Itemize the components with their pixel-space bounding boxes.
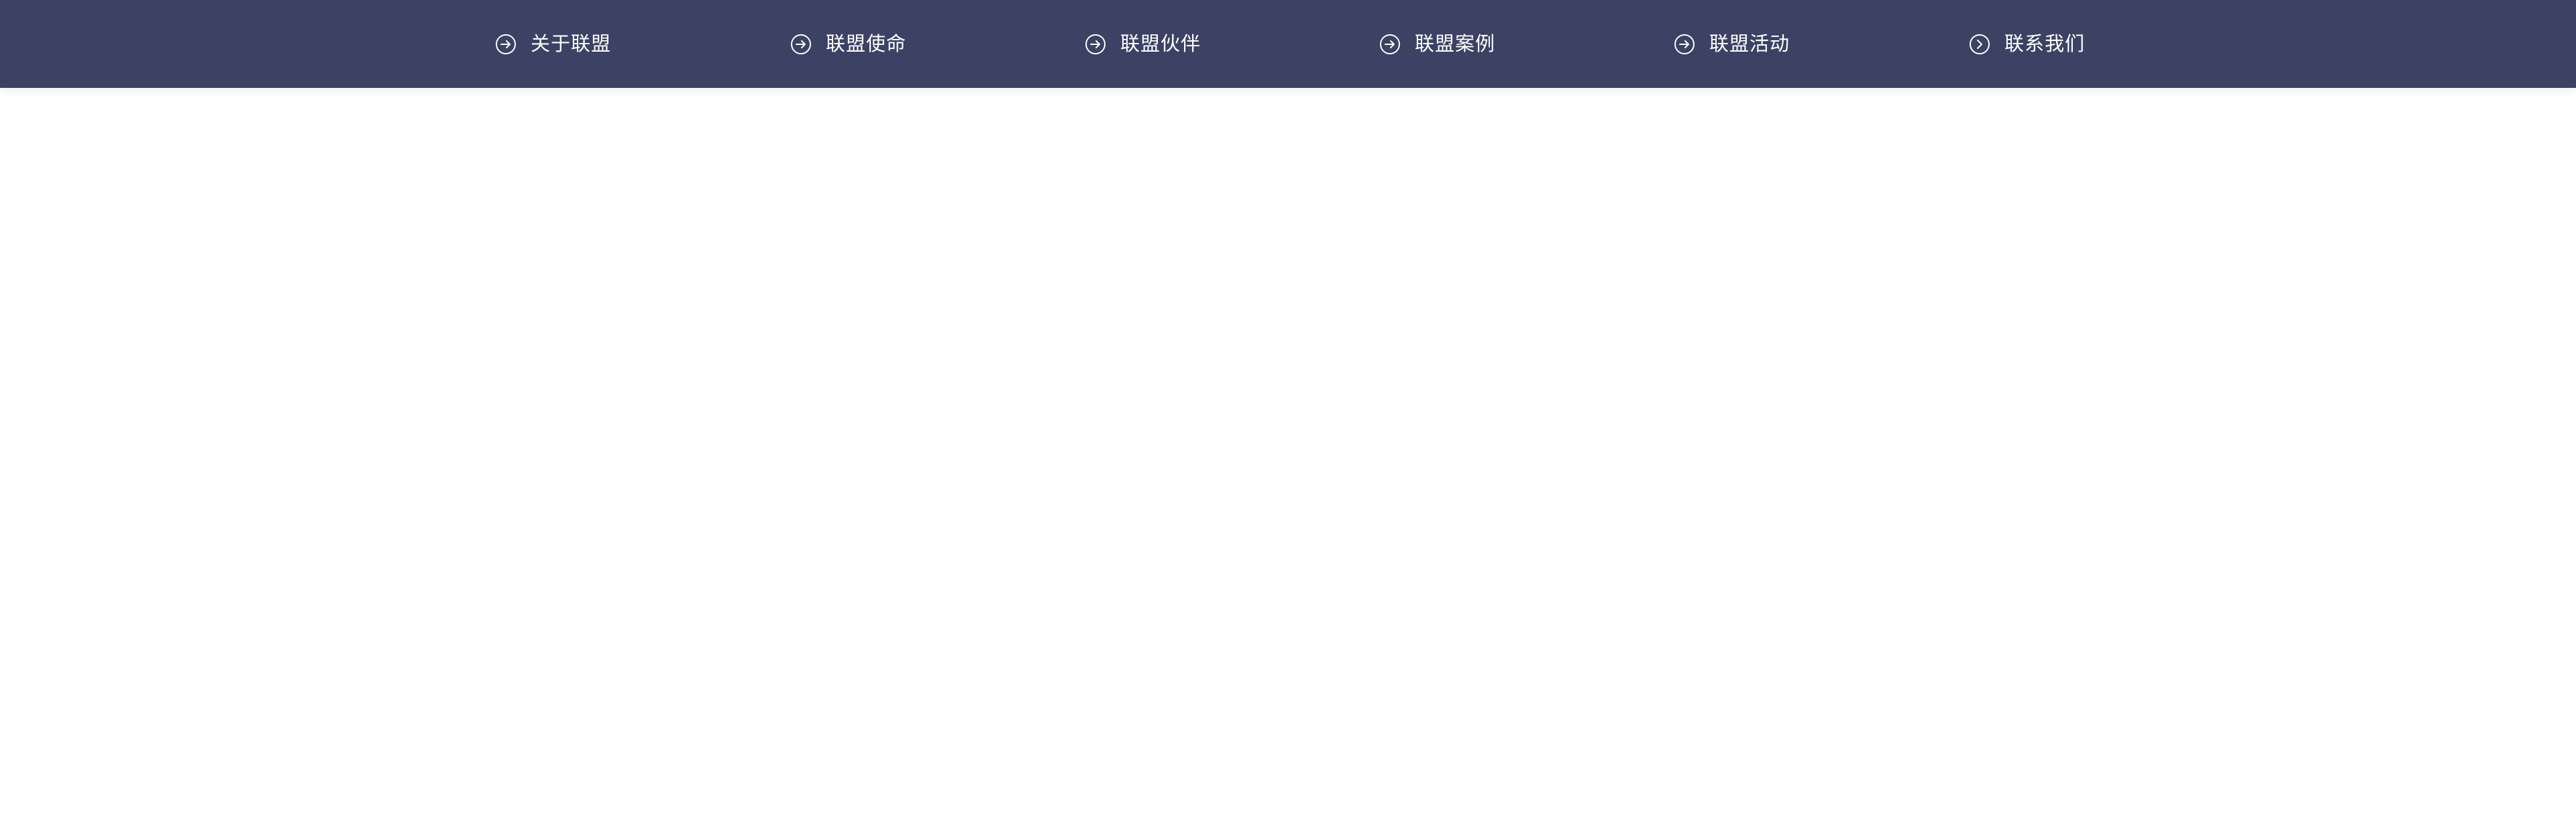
arrow-right-circle-icon <box>791 34 811 54</box>
top-navigation-bar: 关于联盟 联盟使命 联盟伙伴 联盟案例 联盟活动 联系我们 <box>0 0 2576 88</box>
nav-item-label: 联盟活动 <box>1709 32 1790 55</box>
arrow-right-circle-icon <box>1674 34 1695 54</box>
arrow-right-circle-icon <box>1380 34 1400 54</box>
nav-item-alliance-events[interactable]: 联盟活动 <box>1674 0 1790 88</box>
nav-item-about-alliance[interactable]: 关于联盟 <box>495 0 611 88</box>
nav-item-label: 联盟使命 <box>826 32 907 55</box>
nav-item-label: 关于联盟 <box>531 32 612 55</box>
nav-item-alliance-partners[interactable]: 联盟伙伴 <box>1085 0 1201 88</box>
nav-item-alliance-cases[interactable]: 联盟案例 <box>1379 0 1495 88</box>
nav-item-alliance-mission[interactable]: 联盟使命 <box>790 0 906 88</box>
chevron-right-circle-icon <box>1970 34 1990 54</box>
page-content-area <box>0 88 2576 832</box>
nav-item-contact-us[interactable]: 联系我们 <box>1969 0 2085 88</box>
nav-item-label: 联盟伙伴 <box>1120 32 1201 55</box>
nav-item-label: 联盟案例 <box>1415 32 1496 55</box>
nav-item-label: 联系我们 <box>2004 32 2086 55</box>
arrow-right-circle-icon <box>1085 34 1106 54</box>
arrow-right-circle-icon <box>496 34 516 54</box>
